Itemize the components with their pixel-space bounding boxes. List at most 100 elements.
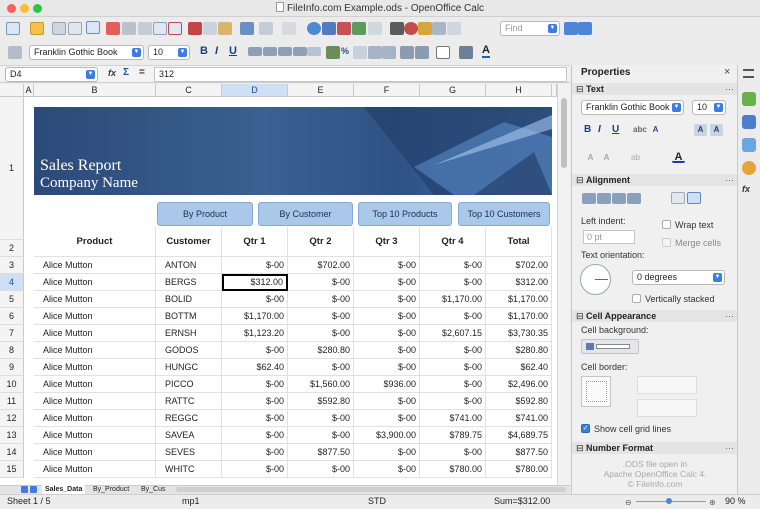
cell-qtr4[interactable]: $789.75 [420,427,486,444]
merge-cells-checkbox[interactable] [662,238,671,247]
orientation-degrees-box[interactable]: 0 degrees ▼ [632,270,725,285]
cell-qtr2[interactable]: $-00 [288,291,354,308]
cell-product[interactable]: Alice Mutton [34,325,156,342]
row-header-2[interactable]: 2 [0,240,24,257]
row-header-15[interactable]: 15 [0,461,24,478]
sheet-tab-by-product[interactable]: By_Product [90,485,132,494]
cell-total[interactable]: $1,170.00 [486,308,552,325]
first-sheet-icon[interactable] [21,486,28,493]
properties-deck-icon[interactable] [742,92,756,106]
number-format-section-header[interactable]: ⊟ Number Format ⋯ [572,442,738,454]
vertically-stacked-checkbox[interactable] [632,294,641,303]
cell-qtr2[interactable]: $1,560.00 [288,376,354,393]
cell-qtr4[interactable]: $-00 [420,308,486,325]
cell-qtr1[interactable]: $-00 [222,461,288,478]
cell-qtr4[interactable]: $-00 [420,393,486,410]
cell-total[interactable]: $877.50 [486,444,552,461]
cell-qtr4[interactable]: $-00 [420,359,486,376]
cell-total[interactable]: $312.00 [486,274,552,291]
cell-customer[interactable]: ERNSH [156,325,222,342]
cell-qtr3[interactable]: $-00 [354,274,420,291]
gallery-icon[interactable] [418,22,432,35]
row-header-8[interactable]: 8 [0,342,24,359]
wrap-text-checkbox[interactable] [662,220,671,229]
horizontal-scrollbar[interactable] [176,487,566,492]
border-style-picker[interactable] [637,376,697,394]
cell-qtr4[interactable]: $1,170.00 [420,291,486,308]
cell-qtr1[interactable]: $-00 [222,444,288,461]
name-box-dropdown-icon[interactable]: ▼ [86,70,95,79]
sidebar-align-right-icon[interactable] [612,193,626,204]
align-top-icon[interactable] [671,192,685,204]
autospellcheck-icon[interactable] [168,22,182,35]
cell-qtr1[interactable]: $-00 [222,393,288,410]
underline-icon[interactable]: U [229,45,237,57]
cell-qtr2[interactable]: $877.50 [288,444,354,461]
cell-customer[interactable]: SEVES [156,444,222,461]
standard-format-icon[interactable] [353,46,367,59]
email-icon[interactable] [68,22,82,35]
cell-qtr2[interactable]: $702.00 [288,257,354,274]
show-grid-lines-checkbox[interactable]: ✓ [581,424,590,433]
edit-mode-icon[interactable] [86,21,100,34]
border-color-picker[interactable] [637,399,697,417]
cell-qtr1[interactable]: $62.40 [222,359,288,376]
cell-qtr2[interactable]: $-00 [288,410,354,427]
grow-font-icon[interactable]: A [694,124,707,136]
font-color-icon[interactable]: A [482,44,490,58]
cell-qtr4[interactable]: $-00 [420,376,486,393]
cell-product[interactable]: Alice Mutton [34,257,156,274]
formula-input[interactable]: 312 [154,67,567,82]
bold-icon[interactable]: B [200,45,208,57]
cell-product[interactable]: Alice Mutton [34,376,156,393]
cell-qtr3[interactable]: $-00 [354,444,420,461]
row-header-3[interactable]: 3 [0,257,24,274]
styles-deck-icon[interactable] [742,115,756,129]
strikethrough-icon[interactable]: abc [633,124,647,136]
zoom-icon[interactable] [447,22,461,35]
cell-qtr1[interactable]: $-00 [222,427,288,444]
cell-qtr2[interactable]: $280.80 [288,342,354,359]
font-size-dropdown-icon[interactable]: ▼ [178,48,187,57]
cell-total[interactable]: $702.00 [486,257,552,274]
cell-total[interactable]: $3,730.35 [486,325,552,342]
cell-qtr1[interactable]: $1,123.20 [222,325,288,342]
text-more-options-icon[interactable]: ⋯ [725,83,734,95]
zoom-out-icon[interactable]: ⊖ [625,497,632,509]
increase-indent-icon[interactable] [415,46,429,59]
cell-customer[interactable]: REGGC [156,410,222,427]
cell-qtr2[interactable]: $-00 [288,461,354,478]
cell-total[interactable]: $62.40 [486,359,552,376]
cell-qtr4[interactable]: $741.00 [420,410,486,427]
new-document-icon[interactable] [6,22,20,35]
cell-qtr4[interactable]: $-00 [420,274,486,291]
vertical-scroll-thumb[interactable] [561,98,567,168]
zoom-level[interactable]: 90 % [725,495,746,507]
sidebar-font-size[interactable]: 10 ▼ [692,100,726,115]
cell-qtr3[interactable]: $-00 [354,257,420,274]
header-customer[interactable]: Customer [156,227,222,257]
cell-customer[interactable]: SAVEA [156,427,222,444]
cell-qtr4[interactable]: $2,607.15 [420,325,486,342]
zoom-slider[interactable] [636,498,706,504]
cell-qtr3[interactable]: $-00 [354,393,420,410]
header-qtr2[interactable]: Qtr 2 [288,227,354,257]
text-section-header[interactable]: ⊟ Text ⋯ [572,83,738,95]
find-next-icon[interactable] [564,22,578,35]
shrink-font-icon[interactable]: A [710,124,723,136]
cell-qtr4[interactable]: $-00 [420,342,486,359]
zoom-slider-thumb[interactable] [666,498,672,504]
vertical-scrollbar[interactable] [557,84,570,485]
sidebar-font-dropdown-icon[interactable]: ▼ [672,103,681,112]
row-header-11[interactable]: 11 [0,393,24,410]
cell-customer[interactable]: PICCO [156,376,222,393]
redo-icon[interactable] [282,22,296,35]
function-icon[interactable]: = [139,67,145,78]
row-header-9[interactable]: 9 [0,359,24,376]
font-name-box[interactable]: Franklin Gothic Book ▼ [29,45,144,60]
align-center-icon[interactable] [263,47,277,56]
cell-customer[interactable]: ANTON [156,257,222,274]
clone-formatting-icon[interactable] [240,22,254,35]
by-customer-button[interactable]: By Customer [258,202,353,226]
export-pdf-icon[interactable] [106,22,120,35]
